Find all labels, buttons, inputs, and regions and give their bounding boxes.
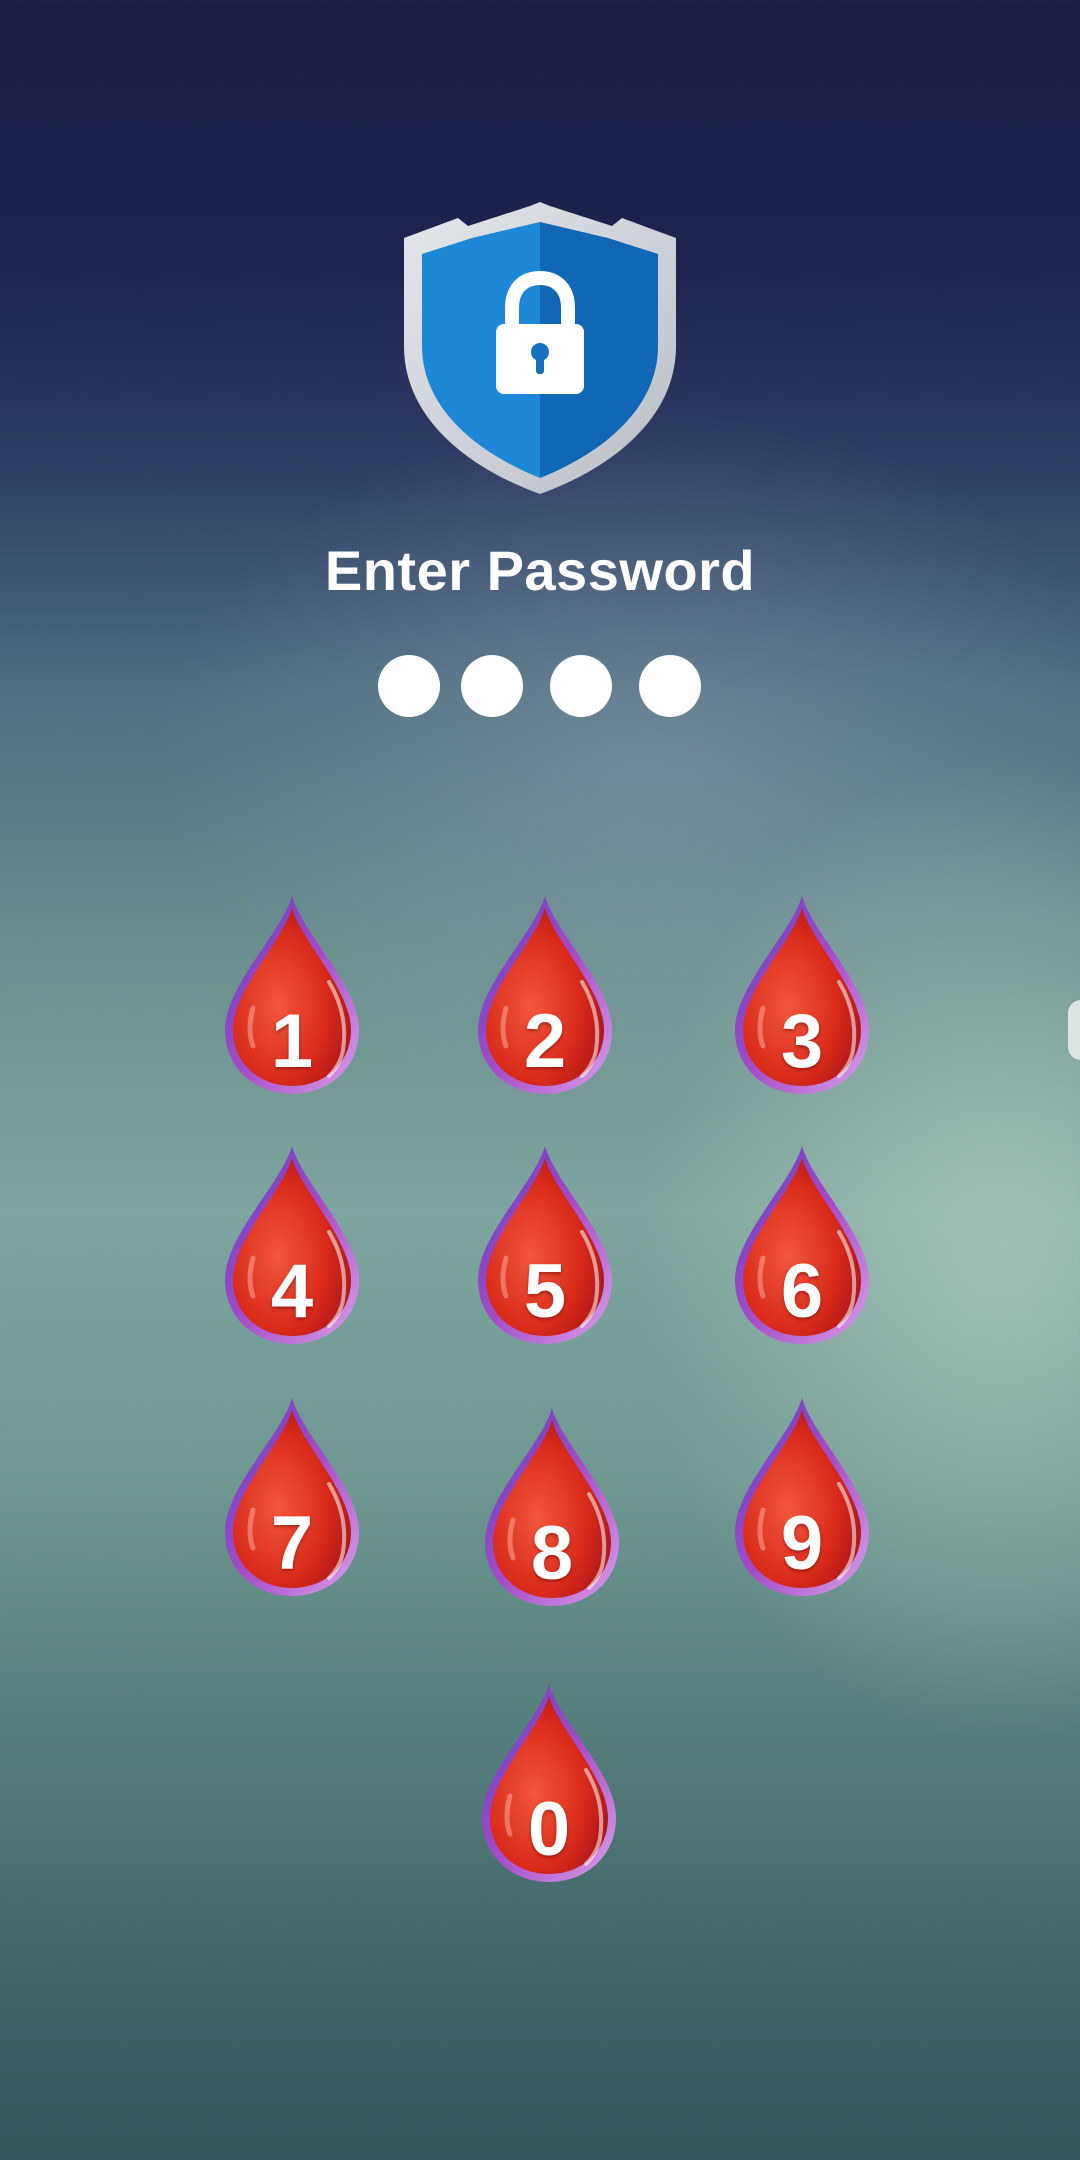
key-label: 1: [270, 999, 314, 1084]
key-5[interactable]: 5: [470, 1140, 620, 1350]
edge-panel-handle[interactable]: [1068, 1000, 1080, 1060]
key-3[interactable]: 3: [727, 890, 877, 1100]
key-label: 0: [527, 1787, 571, 1872]
pin-dot: [461, 655, 523, 717]
key-label: 8: [530, 1511, 574, 1596]
key-6[interactable]: 6: [727, 1140, 877, 1350]
key-8[interactable]: 8: [477, 1402, 627, 1612]
page-title: Enter Password: [324, 539, 756, 602]
key-2[interactable]: 2: [470, 890, 620, 1100]
shield-lock-icon: [400, 196, 680, 496]
key-label: 5: [523, 1249, 567, 1334]
pin-dot: [378, 655, 440, 717]
key-label: 4: [270, 1249, 314, 1334]
pin-dot: [550, 655, 612, 717]
key-label: 6: [780, 1249, 824, 1334]
pin-dot: [639, 655, 701, 717]
shield-lock-graphic: [404, 202, 676, 494]
key-7[interactable]: 7: [217, 1392, 367, 1602]
key-label: 9: [780, 1501, 824, 1586]
key-label: 7: [270, 1501, 314, 1586]
key-4[interactable]: 4: [217, 1140, 367, 1350]
key-label: 2: [523, 999, 567, 1084]
key-0[interactable]: 0: [474, 1678, 624, 1888]
key-label: 3: [780, 999, 824, 1084]
key-9[interactable]: 9: [727, 1392, 877, 1602]
key-1[interactable]: 1: [217, 890, 367, 1100]
